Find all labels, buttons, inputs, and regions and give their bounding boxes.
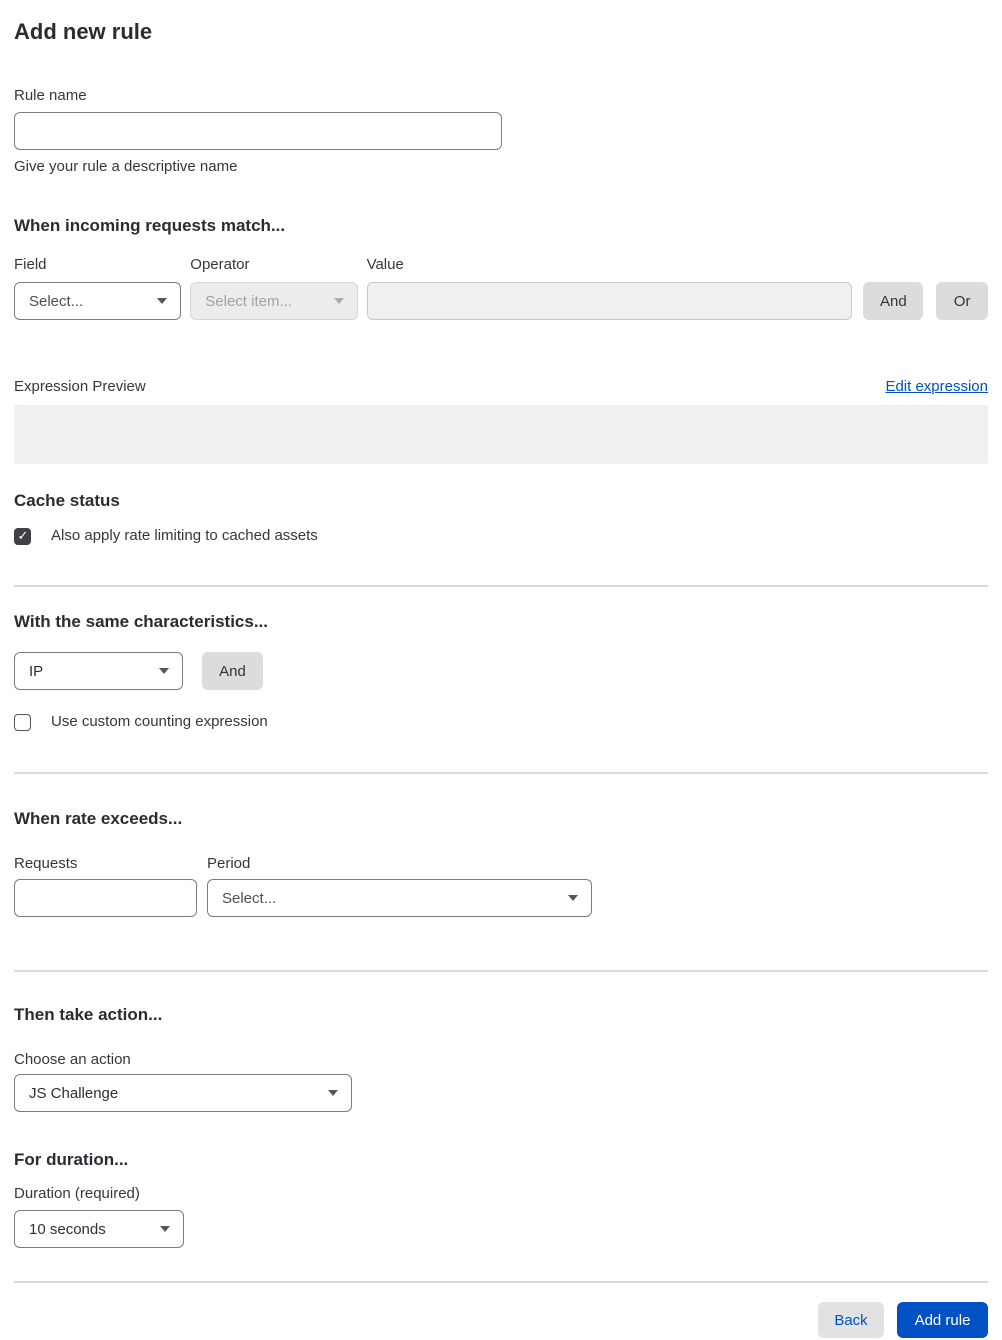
field-select-value: Select... — [29, 292, 84, 310]
duration-select[interactable]: 10 seconds — [14, 1210, 184, 1248]
caret-down-icon — [160, 1226, 170, 1232]
or-condition-button[interactable]: Or — [936, 282, 989, 320]
rate-labels-row: Requests Period — [14, 854, 988, 874]
characteristics-row: IP And — [14, 652, 988, 690]
cached-assets-checkbox[interactable] — [14, 527, 31, 545]
caret-down-icon — [157, 298, 168, 304]
duration-select-value: 10 seconds — [29, 1220, 106, 1238]
operator-column: Operator Select item... — [190, 255, 358, 320]
custom-counting-checkbox[interactable] — [14, 713, 31, 731]
operator-select: Select item... — [190, 282, 358, 320]
cache-status-heading: Cache status — [14, 491, 120, 510]
field-label: Field — [14, 256, 47, 273]
custom-counting-checkbox-label: Use custom counting expression — [51, 713, 268, 730]
requests-label: Requests — [14, 855, 78, 872]
expression-preview-box — [14, 405, 988, 464]
rule-name-input[interactable] — [14, 112, 502, 150]
caret-down-icon — [328, 1090, 338, 1096]
divider — [14, 1281, 988, 1283]
cached-assets-checkbox-label: Also apply rate limiting to cached asset… — [51, 527, 318, 544]
period-label: Period — [207, 855, 251, 872]
divider — [14, 970, 988, 972]
and-condition-button[interactable]: And — [863, 282, 924, 320]
caret-down-icon — [159, 668, 169, 674]
page-title: Add new rule — [14, 19, 153, 44]
operator-select-value: Select item... — [205, 292, 292, 310]
choose-action-label: Choose an action — [14, 1051, 131, 1068]
footer-actions: Back Add rule — [14, 1302, 988, 1338]
expression-preview-header: Expression Preview Edit expression — [14, 377, 988, 397]
action-select[interactable]: JS Challenge — [14, 1074, 352, 1112]
value-input — [366, 282, 853, 320]
characteristics-heading: With the same characteristics... — [14, 612, 269, 631]
add-characteristic-button[interactable]: And — [202, 652, 263, 690]
match-section-heading: When incoming requests match... — [14, 216, 286, 235]
value-column: Value — [366, 255, 853, 320]
divider — [14, 585, 988, 587]
rate-controls-row: Select... — [14, 879, 988, 917]
requests-input[interactable] — [14, 879, 197, 917]
add-rule-button[interactable]: Add rule — [897, 1302, 988, 1338]
back-button[interactable]: Back — [818, 1302, 884, 1338]
period-select[interactable]: Select... — [207, 879, 592, 917]
operator-label: Operator — [190, 256, 250, 273]
match-builder-row: Field Select... Operator Select item... … — [14, 255, 989, 320]
duration-label: Duration (required) — [14, 1185, 140, 1202]
rule-name-help: Give your rule a descriptive name — [14, 158, 238, 175]
value-label: Value — [366, 256, 404, 273]
caret-down-icon — [568, 895, 578, 901]
characteristic-select[interactable]: IP — [14, 652, 183, 690]
period-select-value: Select... — [222, 889, 277, 907]
cache-checkbox-row: Also apply rate limiting to cached asset… — [14, 526, 988, 546]
divider — [14, 772, 988, 774]
action-select-value: JS Challenge — [29, 1084, 119, 1102]
expression-preview-label: Expression Preview — [14, 378, 146, 395]
field-column: Field Select... — [14, 255, 182, 320]
edit-expression-link[interactable]: Edit expression — [885, 377, 988, 397]
characteristic-select-value: IP — [29, 662, 44, 680]
field-select[interactable]: Select... — [14, 282, 182, 320]
counting-expression-row: Use custom counting expression — [14, 712, 988, 732]
rule-name-label: Rule name — [14, 87, 87, 104]
duration-heading: For duration... — [14, 1150, 129, 1169]
add-rule-form: Add new rule Rule name Give your rule a … — [0, 0, 1002, 1338]
caret-down-icon — [333, 298, 344, 304]
rate-heading: When rate exceeds... — [14, 809, 183, 828]
action-heading: Then take action... — [14, 1005, 163, 1024]
